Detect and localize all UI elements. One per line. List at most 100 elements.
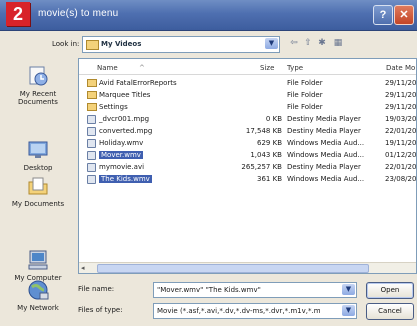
media-file-icon [87,127,96,136]
file-size: 0 KB [265,115,282,123]
file-type: Windows Media Aud... [287,151,365,159]
file-date: 01/12/20 [385,151,417,159]
file-row[interactable]: Avid FatalErrorReports File Folder 29/11/2… [79,78,416,89]
file-row[interactable]: converted.mpg 17,548 KB Destiny Media Play… [79,126,416,137]
file-type: Destiny Media Player [287,115,361,123]
file-name: converted.mpg [99,127,153,135]
my-documents-icon [26,174,50,198]
file-name: Settings [99,103,128,111]
places-bar: My Recent Documents Desktop My Documents [3,58,73,326]
file-date: 29/11/20 [385,91,417,99]
open-button[interactable]: Open [366,282,414,299]
file-name: mymovie.avi [99,163,145,171]
file-name: _dvcr001.mpg [99,115,150,123]
file-type-select[interactable]: Movie (*.asf,*.avi,*.dv,*.dv-ms,*.dvr,*.… [153,303,357,319]
new-folder-icon[interactable]: ✱ [316,38,328,49]
place-my-computer[interactable]: My Computer [3,248,73,282]
file-name-input[interactable]: "Mover.wmv" "The Kids.wmv" ▼ [153,282,357,298]
file-date: 22/01/20 [385,127,417,135]
horizontal-scrollbar[interactable]: ◂ [79,262,416,273]
file-name: Mover.wmv [99,151,143,159]
file-type: Destiny Media Player [287,163,361,171]
look-in-label: Look in: [52,40,80,48]
media-file-icon [87,115,96,124]
view-menu-icon[interactable]: ▦ [332,38,344,49]
file-name: The Kids.wmv [99,175,152,183]
place-my-recent-documents[interactable]: My Recent Documents [3,64,73,106]
place-label: My Recent Documents [18,90,58,106]
folder-icon [87,79,97,87]
file-date: 19/03/20 [385,115,417,123]
scrollbar-thumb[interactable] [97,264,369,273]
file-row[interactable]: Mover.wmv 1,043 KB Windows Media Aud... 01/… [79,150,416,161]
help-button[interactable]: ? [373,5,393,25]
place-desktop[interactable]: Desktop [3,138,73,172]
file-size: 17,548 KB [245,127,282,135]
file-row[interactable]: The Kids.wmv 361 KB Windows Media Aud... 23… [79,174,416,185]
file-date: 19/11/20 [385,139,417,147]
file-type: Windows Media Aud... [287,139,365,147]
media-file-icon [87,163,96,172]
file-size: 1,043 KB [250,151,282,159]
file-size: 629 KB [257,139,282,147]
title-bar: 2 movie(s) to menu ? ✕ [0,0,417,31]
file-name-label: File name: [78,285,115,293]
place-my-documents[interactable]: My Documents [3,174,73,208]
close-button[interactable]: ✕ [394,5,414,25]
header-divider [79,74,416,75]
file-name: Avid FatalErrorReports [99,79,177,87]
column-header-size[interactable]: Size [260,64,274,72]
file-name-value: "Mover.wmv" "The Kids.wmv" [157,286,261,294]
step-badge: 2 [6,2,30,26]
column-header-name[interactable]: Name [97,64,118,72]
file-type: Windows Media Aud... [287,175,365,183]
media-file-icon [87,139,96,148]
chevron-down-icon[interactable]: ▼ [342,305,355,316]
column-header-type[interactable]: Type [287,64,303,72]
file-row[interactable]: Settings File Folder 29/11/20 [79,102,416,113]
chevron-down-icon[interactable]: ▼ [265,38,278,49]
file-name: Marquee Titles [99,91,151,99]
file-row[interactable]: Marquee Titles File Folder 29/11/20 [79,90,416,101]
up-folder-icon[interactable]: ⇧ [302,38,314,49]
file-type: File Folder [287,79,323,87]
place-label: My Network [17,304,59,312]
file-name: Holiday.wmv [99,139,144,147]
place-my-network[interactable]: My Network [3,278,73,312]
sort-arrow-icon: ^ [139,64,145,72]
file-row[interactable]: _dvcr001.mpg 0 KB Destiny Media Player 19/0… [79,114,416,125]
column-header-date[interactable]: Date Mo [386,64,415,72]
cancel-button[interactable]: Cancel [366,303,414,320]
file-date: 29/11/20 [385,103,417,111]
file-type: Destiny Media Player [287,127,361,135]
desktop-icon [26,138,50,162]
back-icon[interactable]: ⇦ [288,38,300,49]
file-type-value: Movie (*.asf,*.avi,*.dv,*.dv-ms,*.dvr,*.… [157,307,321,315]
file-date: 29/11/20 [385,79,417,87]
file-date: 22/01/20 [385,163,417,171]
folder-icon [87,91,97,99]
look-in-dropdown[interactable]: My Videos ▼ [82,36,280,53]
media-file-icon [87,175,96,184]
dialog-title: movie(s) to menu [38,8,119,19]
my-network-icon [26,278,50,302]
chevron-down-icon[interactable]: ▼ [342,284,355,295]
place-label: Desktop [23,164,53,172]
look-in-value: My Videos [101,40,142,48]
file-size: 361 KB [257,175,282,183]
folder-icon [87,103,97,111]
media-file-icon [87,151,96,160]
file-size: 265,257 KB [241,163,282,171]
file-row[interactable]: Holiday.wmv 629 KB Windows Media Aud... 19/… [79,138,416,149]
open-dialog: 2 movie(s) to menu ? ✕ Look in: My Video… [0,0,417,326]
recent-documents-icon [26,64,50,88]
file-row[interactable]: mymovie.avi 265,257 KB Destiny Media Playe… [79,162,416,173]
place-label: My Documents [11,200,65,208]
file-list[interactable]: Name ^ Size Type Date Mo Avid FatalError… [78,58,417,274]
my-computer-icon [26,248,50,272]
file-type: File Folder [287,91,323,99]
scroll-left-icon[interactable]: ◂ [81,264,85,272]
folder-icon [86,40,99,50]
file-date: 23/08/20 [385,175,417,183]
file-type: File Folder [287,103,323,111]
